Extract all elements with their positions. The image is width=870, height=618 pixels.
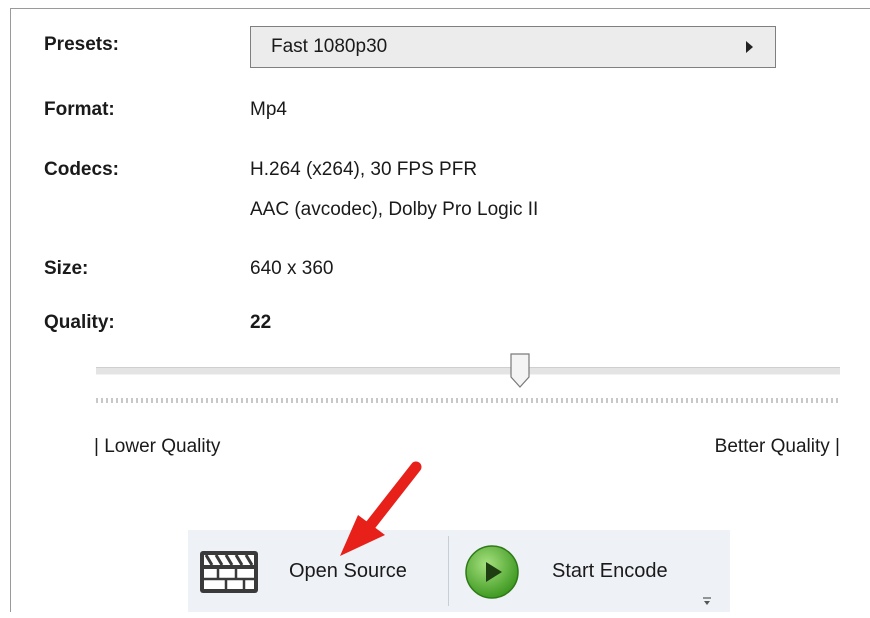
size-value: 640 x 360 (250, 258, 334, 279)
lower-quality-label: | Lower Quality (94, 436, 221, 457)
play-icon (465, 545, 519, 599)
presets-label: Presets: (44, 34, 119, 55)
presets-value: Fast 1080p30 (271, 36, 388, 57)
quality-slider-ticks (96, 398, 840, 403)
settings-panel (10, 8, 870, 612)
size-label: Size: (44, 258, 89, 279)
clapperboard-icon (200, 551, 258, 593)
audio-codec-value: AAC (avcodec), Dolby Pro Logic II (250, 199, 539, 220)
chevron-down-small-icon[interactable] (702, 596, 712, 606)
format-value: Mp4 (250, 99, 287, 120)
presets-dropdown[interactable]: Fast 1080p30 (250, 26, 776, 68)
quality-label: Quality: (44, 312, 115, 333)
quality-slider-thumb[interactable] (510, 353, 530, 389)
quality-slider-track[interactable] (96, 367, 840, 375)
toolbar-divider (448, 536, 449, 606)
open-source-button[interactable]: Open Source (188, 530, 447, 612)
start-encode-button[interactable]: Start Encode (450, 530, 730, 612)
codecs-label: Codecs: (44, 159, 119, 180)
open-source-label: Open Source (289, 560, 407, 582)
quality-value: 22 (250, 312, 272, 333)
chevron-right-icon (746, 41, 753, 53)
action-toolbar: Open Source Start Encode (188, 530, 730, 612)
format-label: Format: (44, 99, 115, 120)
video-codec-value: H.264 (x264), 30 FPS PFR (250, 159, 478, 180)
better-quality-label: Better Quality | (714, 436, 840, 457)
start-encode-label: Start Encode (552, 560, 668, 582)
